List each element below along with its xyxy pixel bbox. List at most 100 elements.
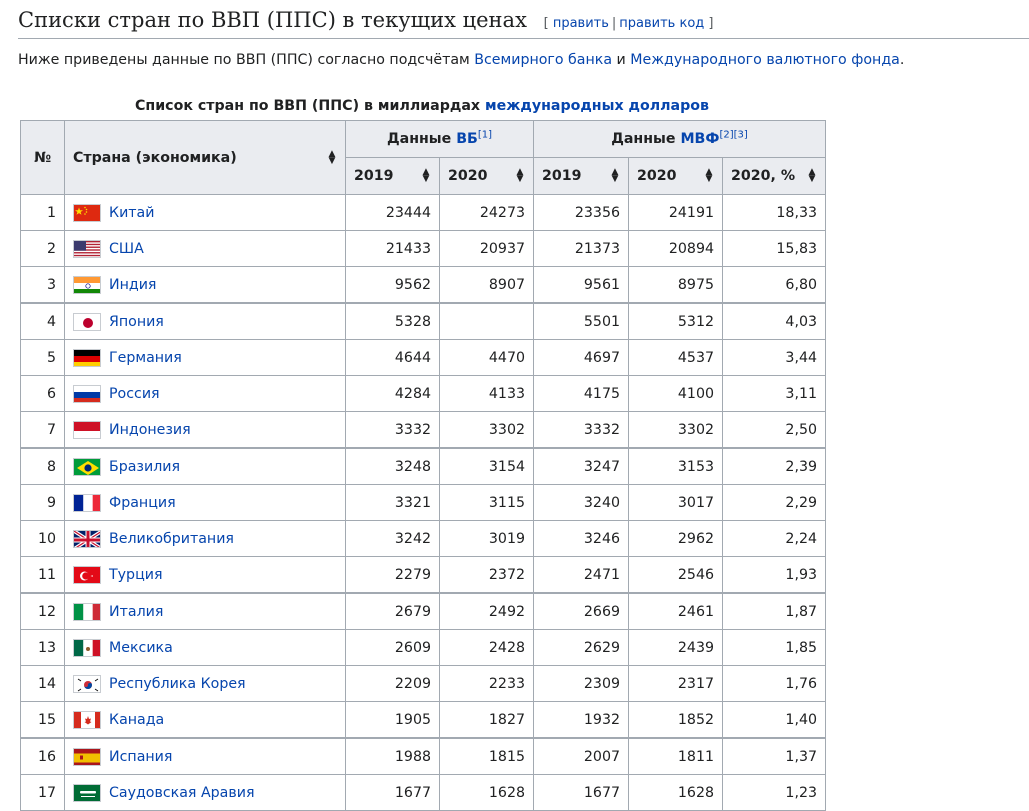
wb-2020-cell: 1628	[440, 775, 534, 811]
sort-icon[interactable]: ▲▼	[610, 169, 620, 183]
wb-2019-cell: 1905	[346, 702, 440, 739]
country-link[interactable]: Канада	[109, 712, 164, 728]
wb-2020-cell: 24273	[440, 195, 534, 231]
imf-2020-cell: 8975	[629, 267, 723, 304]
table-body: 1Китай2344424273233562419118,332США21433…	[21, 195, 826, 811]
world-bank-link[interactable]: Всемирного банка	[474, 52, 612, 68]
rank-cell: 7	[21, 412, 65, 449]
intro-paragraph: Ниже приведены данные по ВВП (ППС) согла…	[18, 48, 904, 72]
share-cell: 6,80	[723, 267, 826, 304]
country-link[interactable]: Россия	[109, 386, 160, 402]
table-row: 11Турция22792372247125461,93	[21, 557, 826, 594]
wb-2020-cell: 2428	[440, 630, 534, 666]
imf-header-label: Данные	[611, 131, 680, 147]
country-cell: Франция	[65, 485, 346, 521]
country-link[interactable]: Мексика	[109, 640, 173, 656]
imf-2020-cell: 2461	[629, 593, 723, 630]
caption-text: Список стран по ВВП (ППС) в миллиардах	[135, 98, 485, 114]
rank-cell: 2	[21, 231, 65, 267]
imf-2020-header[interactable]: 2020▲▼	[629, 158, 723, 195]
wb-data-header: Данные ВБ[1]	[346, 121, 534, 158]
country-link[interactable]: Италия	[109, 604, 163, 620]
sort-icon[interactable]: ▲▼	[515, 169, 525, 183]
country-link[interactable]: Китай	[109, 205, 154, 221]
table-row: 3Индия95628907956189756,80	[21, 267, 826, 304]
wb-2020-cell: 8907	[440, 267, 534, 304]
flag-mx-icon	[73, 639, 101, 657]
country-header[interactable]: Страна (экономика) ▲▼	[65, 121, 346, 195]
wb-2019-cell: 1988	[346, 738, 440, 775]
imf-header-link[interactable]: МВФ	[680, 131, 719, 147]
country-link[interactable]: Бразилия	[109, 459, 180, 475]
country-cell: Республика Корея	[65, 666, 346, 702]
wb-2019-cell: 3248	[346, 448, 440, 485]
imf-2020-cell: 5312	[629, 303, 723, 340]
country-link[interactable]: Испания	[109, 749, 172, 765]
imf-ref-link[interactable]: [2][3]	[719, 129, 747, 140]
country-link[interactable]: Япония	[109, 314, 164, 330]
wb-link[interactable]: ВБ	[456, 131, 478, 147]
imf-2019-cell: 2669	[534, 593, 629, 630]
sort-icon[interactable]: ▲▼	[421, 169, 431, 183]
wb-2019-header[interactable]: 2019▲▼	[346, 158, 440, 195]
flag-br-icon	[73, 458, 101, 476]
wb-2020-label: 2020	[448, 168, 488, 184]
rank-cell: 11	[21, 557, 65, 594]
intl-dollars-link[interactable]: международных долларов	[485, 98, 709, 114]
imf-2020-cell: 2962	[629, 521, 723, 557]
sort-icon[interactable]: ▲▼	[327, 151, 337, 165]
share-cell: 2,24	[723, 521, 826, 557]
country-cell: Бразилия	[65, 448, 346, 485]
imf-2019-cell: 1677	[534, 775, 629, 811]
country-cell: Турция	[65, 557, 346, 594]
country-header-label: Страна (экономика)	[73, 150, 237, 166]
table-row: 12Италия26792492266924611,87	[21, 593, 826, 630]
intro-text-and: и	[612, 52, 630, 68]
wb-2020-cell: 2233	[440, 666, 534, 702]
flag-gb-icon	[73, 530, 101, 548]
country-link[interactable]: Индия	[109, 277, 156, 293]
imf-2019-cell: 5501	[534, 303, 629, 340]
sort-icon[interactable]: ▲▼	[704, 169, 714, 183]
country-link[interactable]: Франция	[109, 495, 176, 511]
table-caption: Список стран по ВВП (ППС) в миллиардах м…	[20, 94, 824, 118]
table-row: 14Республика Корея22092233230923171,76	[21, 666, 826, 702]
rank-cell: 8	[21, 448, 65, 485]
imf-2019-cell: 3240	[534, 485, 629, 521]
flag-ru-icon	[73, 385, 101, 403]
imf-2020-cell: 1852	[629, 702, 723, 739]
country-link[interactable]: США	[109, 241, 144, 257]
flag-sa-icon	[73, 784, 101, 802]
country-link[interactable]: Республика Корея	[109, 676, 246, 692]
edit-section-link[interactable]: править	[553, 16, 609, 31]
imf-2020-cell: 3153	[629, 448, 723, 485]
share-cell: 1,23	[723, 775, 826, 811]
country-link[interactable]: Саудовская Аравия	[109, 785, 254, 801]
rank-cell: 17	[21, 775, 65, 811]
wb-header-label: Данные	[387, 131, 456, 147]
imf-2019-cell: 2629	[534, 630, 629, 666]
edit-bracket-close: ]	[708, 16, 713, 31]
rank-cell: 15	[21, 702, 65, 739]
country-cell: Саудовская Аравия	[65, 775, 346, 811]
flag-es-icon	[73, 748, 101, 766]
country-link[interactable]: Турция	[109, 567, 162, 583]
table-row: 6Россия42844133417541003,11	[21, 376, 826, 412]
edit-divider: |	[612, 16, 616, 31]
wb-ref-link[interactable]: [1]	[478, 129, 492, 140]
wb-2019-cell: 21433	[346, 231, 440, 267]
country-link[interactable]: Германия	[109, 350, 182, 366]
country-link[interactable]: Индонезия	[109, 422, 191, 438]
imf-2019-header[interactable]: 2019▲▼	[534, 158, 629, 195]
sort-icon[interactable]: ▲▼	[807, 169, 817, 183]
edit-source-link[interactable]: править код	[619, 16, 704, 31]
wb-2020-cell	[440, 303, 534, 340]
flag-id-icon	[73, 421, 101, 439]
share-label: 2020, %	[731, 168, 795, 184]
wb-2019-cell: 4284	[346, 376, 440, 412]
country-link[interactable]: Великобритания	[109, 531, 234, 547]
wb-2020-header[interactable]: 2020 ▲▼	[440, 158, 534, 195]
wb-2019-cell: 2209	[346, 666, 440, 702]
share-header[interactable]: 2020, % ▲▼	[723, 158, 826, 195]
imf-link[interactable]: Международного валютного фонда	[630, 52, 900, 68]
